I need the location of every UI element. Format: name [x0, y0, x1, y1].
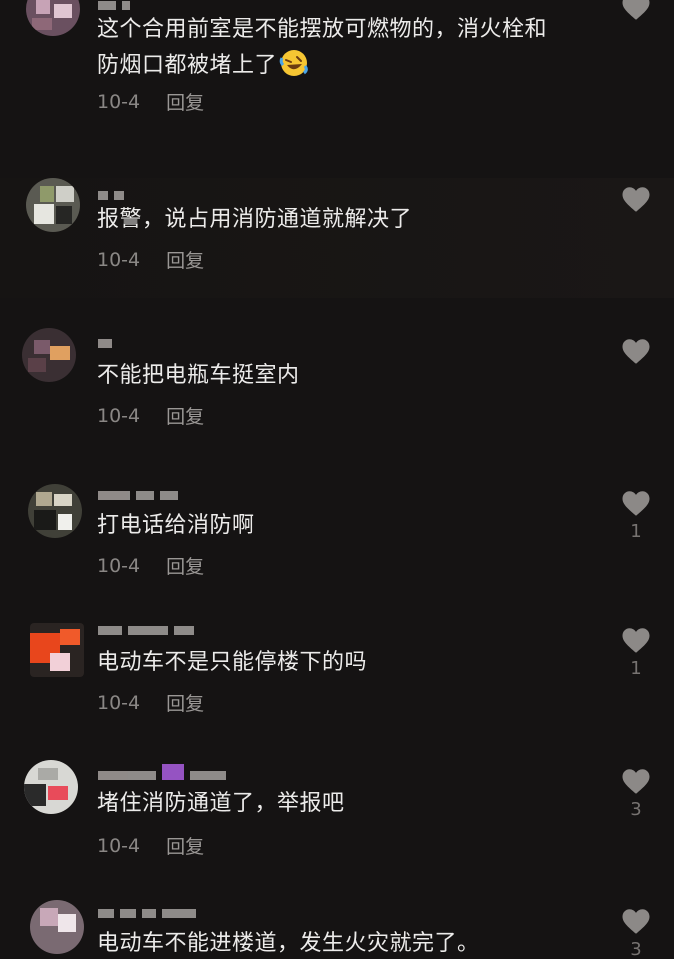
heart-icon [622, 628, 650, 653]
like-button[interactable] [618, 338, 654, 365]
avatar[interactable] [22, 328, 76, 382]
comment-item: 这个合用前室是不能摆放可燃物的，消火栓和 防烟口都被堵上了 10-4 回复 [0, 0, 674, 130]
comment-text: 电动车不是只能停楼下的吗 [97, 650, 368, 675]
like-count: 1 [630, 658, 642, 679]
heart-icon [622, 187, 650, 212]
avatar[interactable] [26, 178, 80, 232]
comment-item: 报警，说占用消防通道就解决了 10-4 回复 [0, 178, 674, 298]
comment-date: 10-4 [97, 834, 141, 857]
username-masked[interactable] [98, 0, 130, 10]
username-masked[interactable] [98, 184, 124, 200]
comment-text: 堵住消防通道了，举报吧 [97, 791, 345, 816]
comment-meta: 10-4 回复 [97, 246, 204, 273]
like-button[interactable] [618, 186, 654, 213]
reply-button[interactable]: 回复 [166, 246, 204, 273]
comment-text: 报警，说占用消防通道就解决了 [97, 207, 413, 232]
reply-button[interactable]: 回复 [166, 402, 204, 429]
heart-icon [622, 491, 650, 516]
rolling-on-floor-laughing-emoji [279, 50, 308, 76]
username-masked[interactable] [98, 619, 194, 635]
comment-text-line: 防烟口都被堵上了 [97, 53, 278, 78]
heart-icon [622, 0, 650, 20]
avatar[interactable] [28, 484, 82, 538]
comment-feed: 这个合用前室是不能摆放可燃物的，消火栓和 防烟口都被堵上了 10-4 回复 报警… [0, 0, 674, 959]
comment-meta: 10-4 回复 [97, 402, 204, 429]
comment-text-line: 这个合用前室是不能摆放可燃物的，消火栓和 [97, 17, 548, 42]
comment-text: 打电话给消防啊 [97, 513, 255, 538]
comment-date: 10-4 [97, 691, 141, 714]
username-masked[interactable] [98, 332, 112, 348]
reply-button[interactable]: 回复 [166, 88, 204, 115]
reply-button[interactable]: 回复 [166, 832, 204, 859]
comment-item: 电动车不能进楼道，发生火灾就完了。 3 [0, 900, 674, 959]
like-button[interactable]: 1 [618, 490, 654, 542]
heart-icon [622, 769, 650, 794]
comment-meta: 10-4 回复 [97, 832, 204, 859]
comment-date: 10-4 [97, 248, 141, 271]
comment-text: 不能把电瓶车挺室内 [97, 363, 300, 388]
comment-item: 打电话给消防啊 10-4 回复 1 [0, 480, 674, 600]
heart-icon [622, 339, 650, 364]
comment-meta: 10-4 回复 [97, 88, 204, 115]
like-button[interactable]: 1 [618, 627, 654, 679]
comment-item: 堵住消防通道了，举报吧 10-4 回复 3 [0, 760, 674, 880]
username-masked[interactable] [98, 902, 196, 918]
reply-button[interactable]: 回复 [166, 552, 204, 579]
like-count: 3 [630, 799, 642, 820]
comment-item: 不能把电瓶车挺室内 10-4 回复 [0, 328, 674, 448]
like-button[interactable]: 3 [618, 908, 654, 959]
comment-date: 10-4 [97, 90, 141, 113]
like-count: 3 [630, 939, 642, 959]
comment-text: 这个合用前室是不能摆放可燃物的，消火栓和 防烟口都被堵上了 [97, 12, 594, 84]
avatar[interactable] [30, 900, 84, 954]
avatar[interactable] [30, 623, 84, 677]
comment-item: 电动车不是只能停楼下的吗 10-4 回复 1 [0, 617, 674, 737]
username-masked[interactable] [98, 484, 178, 500]
comment-meta: 10-4 回复 [97, 552, 204, 579]
like-count: 1 [630, 521, 642, 542]
like-button[interactable]: 3 [618, 768, 654, 820]
heart-icon [622, 909, 650, 934]
like-button[interactable] [618, 0, 654, 21]
avatar[interactable] [26, 0, 80, 36]
comment-date: 10-4 [97, 404, 141, 427]
reply-button[interactable]: 回复 [166, 689, 204, 716]
comment-date: 10-4 [97, 554, 141, 577]
comment-text: 电动车不能进楼道，发生火灾就完了。 [97, 931, 480, 956]
comment-meta: 10-4 回复 [97, 689, 204, 716]
avatar[interactable] [24, 760, 78, 814]
username-masked[interactable] [98, 764, 226, 780]
